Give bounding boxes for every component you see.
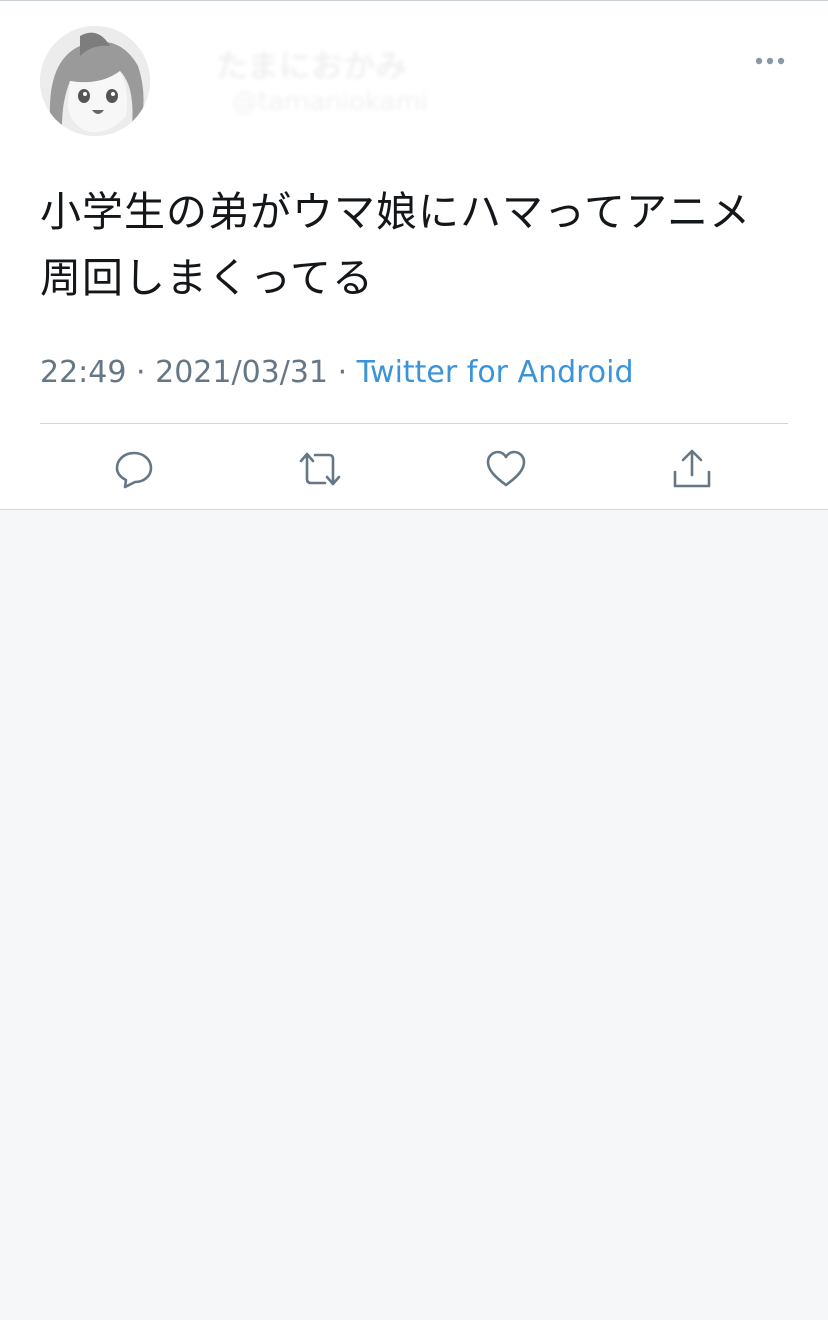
tweet-date[interactable]: 2021/03/31 xyxy=(155,355,328,390)
author-display-name[interactable]: たまにおかみ xyxy=(216,41,407,87)
meta-separator: · xyxy=(337,355,348,390)
avatar[interactable] xyxy=(40,26,150,136)
more-options-button[interactable] xyxy=(746,45,794,77)
tweet-text-line: 小学生の弟がウマ娘にハマってアニメ xyxy=(40,188,752,236)
action-bar xyxy=(0,441,828,497)
avatar-illustration xyxy=(40,26,150,136)
tweet-source-link[interactable]: Twitter for Android xyxy=(357,355,634,390)
author-handle[interactable]: @tamaniokami xyxy=(232,87,428,117)
divider xyxy=(40,423,788,424)
meta-separator: · xyxy=(136,355,146,390)
more-horizontal-icon xyxy=(755,57,785,65)
tweet-text-line: 周回しまくってる xyxy=(40,254,374,302)
heart-icon xyxy=(486,450,526,487)
reply-bubble-icon xyxy=(115,451,153,489)
tweet-meta: 22:49 · 2021/03/31 · Twitter for Android xyxy=(40,355,634,390)
share-button[interactable] xyxy=(664,441,720,497)
tweet-text: 小学生の弟がウマ娘にハマってアニメ 周回しまくってる xyxy=(40,179,790,311)
retweet-arrows-icon xyxy=(299,452,341,486)
reply-button[interactable] xyxy=(106,441,162,497)
retweet-button[interactable] xyxy=(292,441,348,497)
like-button[interactable] xyxy=(478,441,534,497)
tweet-card: たまにおかみ @tamaniokami 小学生の弟がウマ娘にハマってアニメ 周回… xyxy=(0,0,828,510)
share-upload-icon xyxy=(673,449,711,488)
tweet-time[interactable]: 22:49 xyxy=(40,355,126,390)
